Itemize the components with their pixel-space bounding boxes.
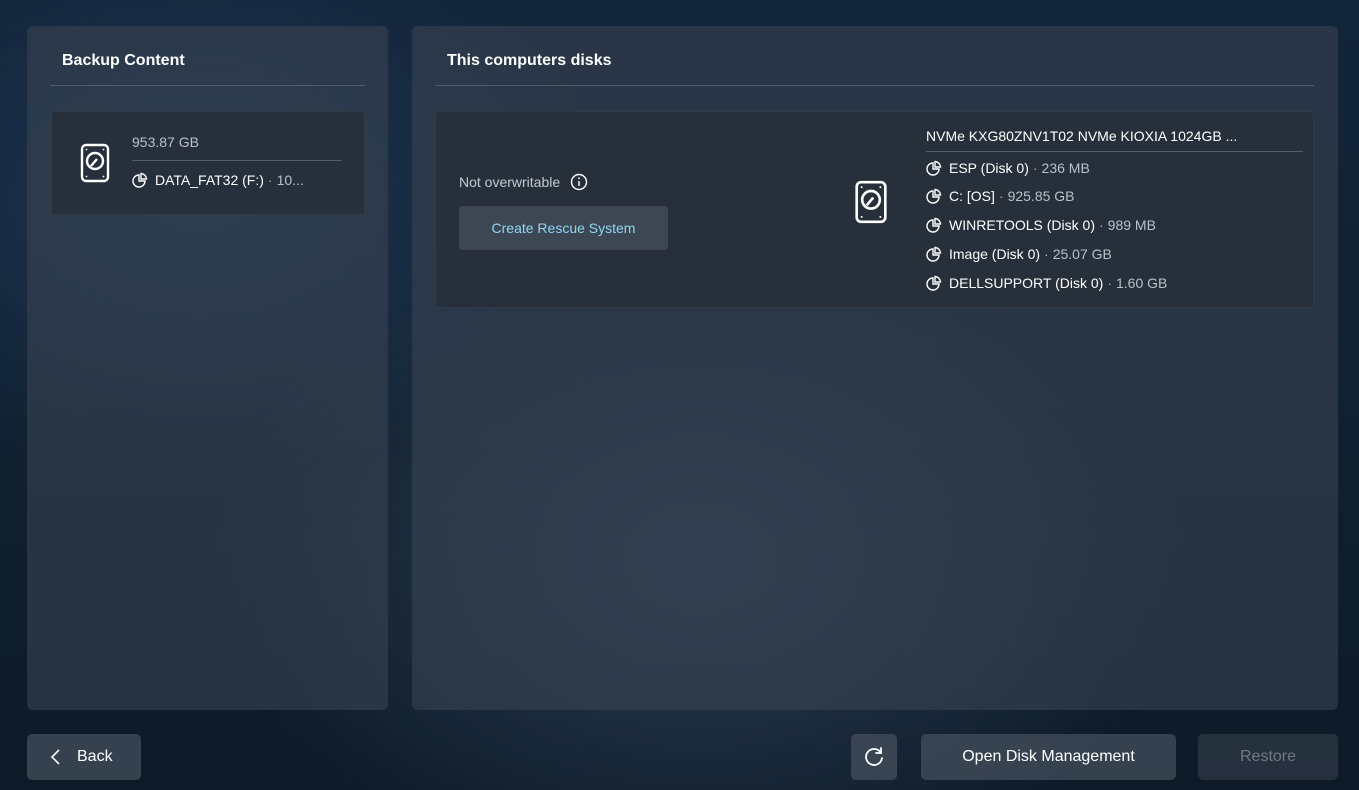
partition-row: C: [OS] · 925.85 GB: [926, 188, 1075, 204]
backup-item-card[interactable]: 953.87 GB DATA_FAT32 (F:) · 10...: [51, 111, 365, 215]
open-disk-management-button[interactable]: Open Disk Management: [921, 734, 1176, 780]
backup-content-panel: Backup Content 953.87 GB DATA_FAT32 (F:)…: [27, 26, 388, 710]
disk-name: NVMe KXG80ZNV1T02 NVMe KIOXIA 1024GB ...: [926, 128, 1238, 144]
partition-size: 925.85 GB: [1007, 188, 1075, 204]
refresh-button[interactable]: [851, 734, 897, 780]
separator: ·: [1044, 246, 1049, 262]
pie-chart-icon: [926, 275, 942, 291]
refresh-icon: [863, 746, 885, 768]
create-rescue-system-button[interactable]: Create Rescue System: [459, 206, 668, 250]
partition-name: DELLSUPPORT (Disk 0): [949, 275, 1104, 291]
separator: ·: [267, 172, 273, 188]
separator: ·: [1032, 160, 1038, 176]
hard-disk-icon: [854, 180, 888, 224]
back-button[interactable]: Back: [27, 734, 141, 780]
partition-row: ESP (Disk 0) · 236 MB: [926, 160, 1090, 176]
disk-card[interactable]: Not overwritable Create Rescue System NV…: [435, 111, 1314, 308]
not-overwritable-status: Not overwritable: [459, 173, 588, 191]
partition-row: Image (Disk 0) · 25.07 GB: [926, 246, 1112, 262]
restore-button[interactable]: Restore: [1198, 734, 1338, 780]
partition-row: DELLSUPPORT (Disk 0) · 1.60 GB: [926, 275, 1167, 291]
hard-disk-icon: [80, 143, 110, 183]
divider: [926, 151, 1303, 152]
divider: [435, 85, 1314, 86]
backup-size: 953.87 GB: [132, 134, 199, 150]
pie-chart-icon: [926, 160, 942, 176]
partition-size: 236 MB: [1041, 160, 1090, 176]
partition-name: C: [OS]: [949, 188, 995, 204]
partition-name: ESP (Disk 0): [949, 160, 1029, 176]
status-text: Not overwritable: [459, 174, 561, 190]
partition-name: DATA_FAT32 (F:): [155, 172, 264, 188]
backup-content-title: Backup Content: [62, 52, 185, 69]
separator: ·: [1107, 275, 1112, 291]
pie-chart-icon: [132, 172, 148, 188]
info-icon[interactable]: [570, 173, 588, 191]
divider: [132, 160, 342, 161]
computer-disks-title: This computers disks: [447, 52, 612, 69]
back-label: Back: [77, 748, 113, 765]
computer-disks-panel: This computers disks Not overwritable Cr…: [412, 26, 1338, 710]
partition-row: WINRETOOLS (Disk 0) · 989 MB: [926, 217, 1156, 233]
partition-size: 989 MB: [1107, 217, 1156, 233]
partition-name: Image (Disk 0): [949, 246, 1041, 262]
partition-name: WINRETOOLS (Disk 0): [949, 217, 1095, 233]
pie-chart-icon: [926, 188, 942, 204]
chevron-left-icon: [49, 748, 63, 766]
partition-size: 10...: [276, 172, 304, 188]
divider: [50, 85, 365, 86]
separator: ·: [998, 188, 1004, 204]
separator: ·: [1098, 217, 1104, 233]
pie-chart-icon: [926, 217, 942, 233]
pie-chart-icon: [926, 246, 942, 262]
partition-size: 25.07 GB: [1052, 246, 1112, 262]
partition-size: 1.60 GB: [1115, 275, 1168, 291]
partition-row: DATA_FAT32 (F:) · 10...: [132, 172, 304, 188]
